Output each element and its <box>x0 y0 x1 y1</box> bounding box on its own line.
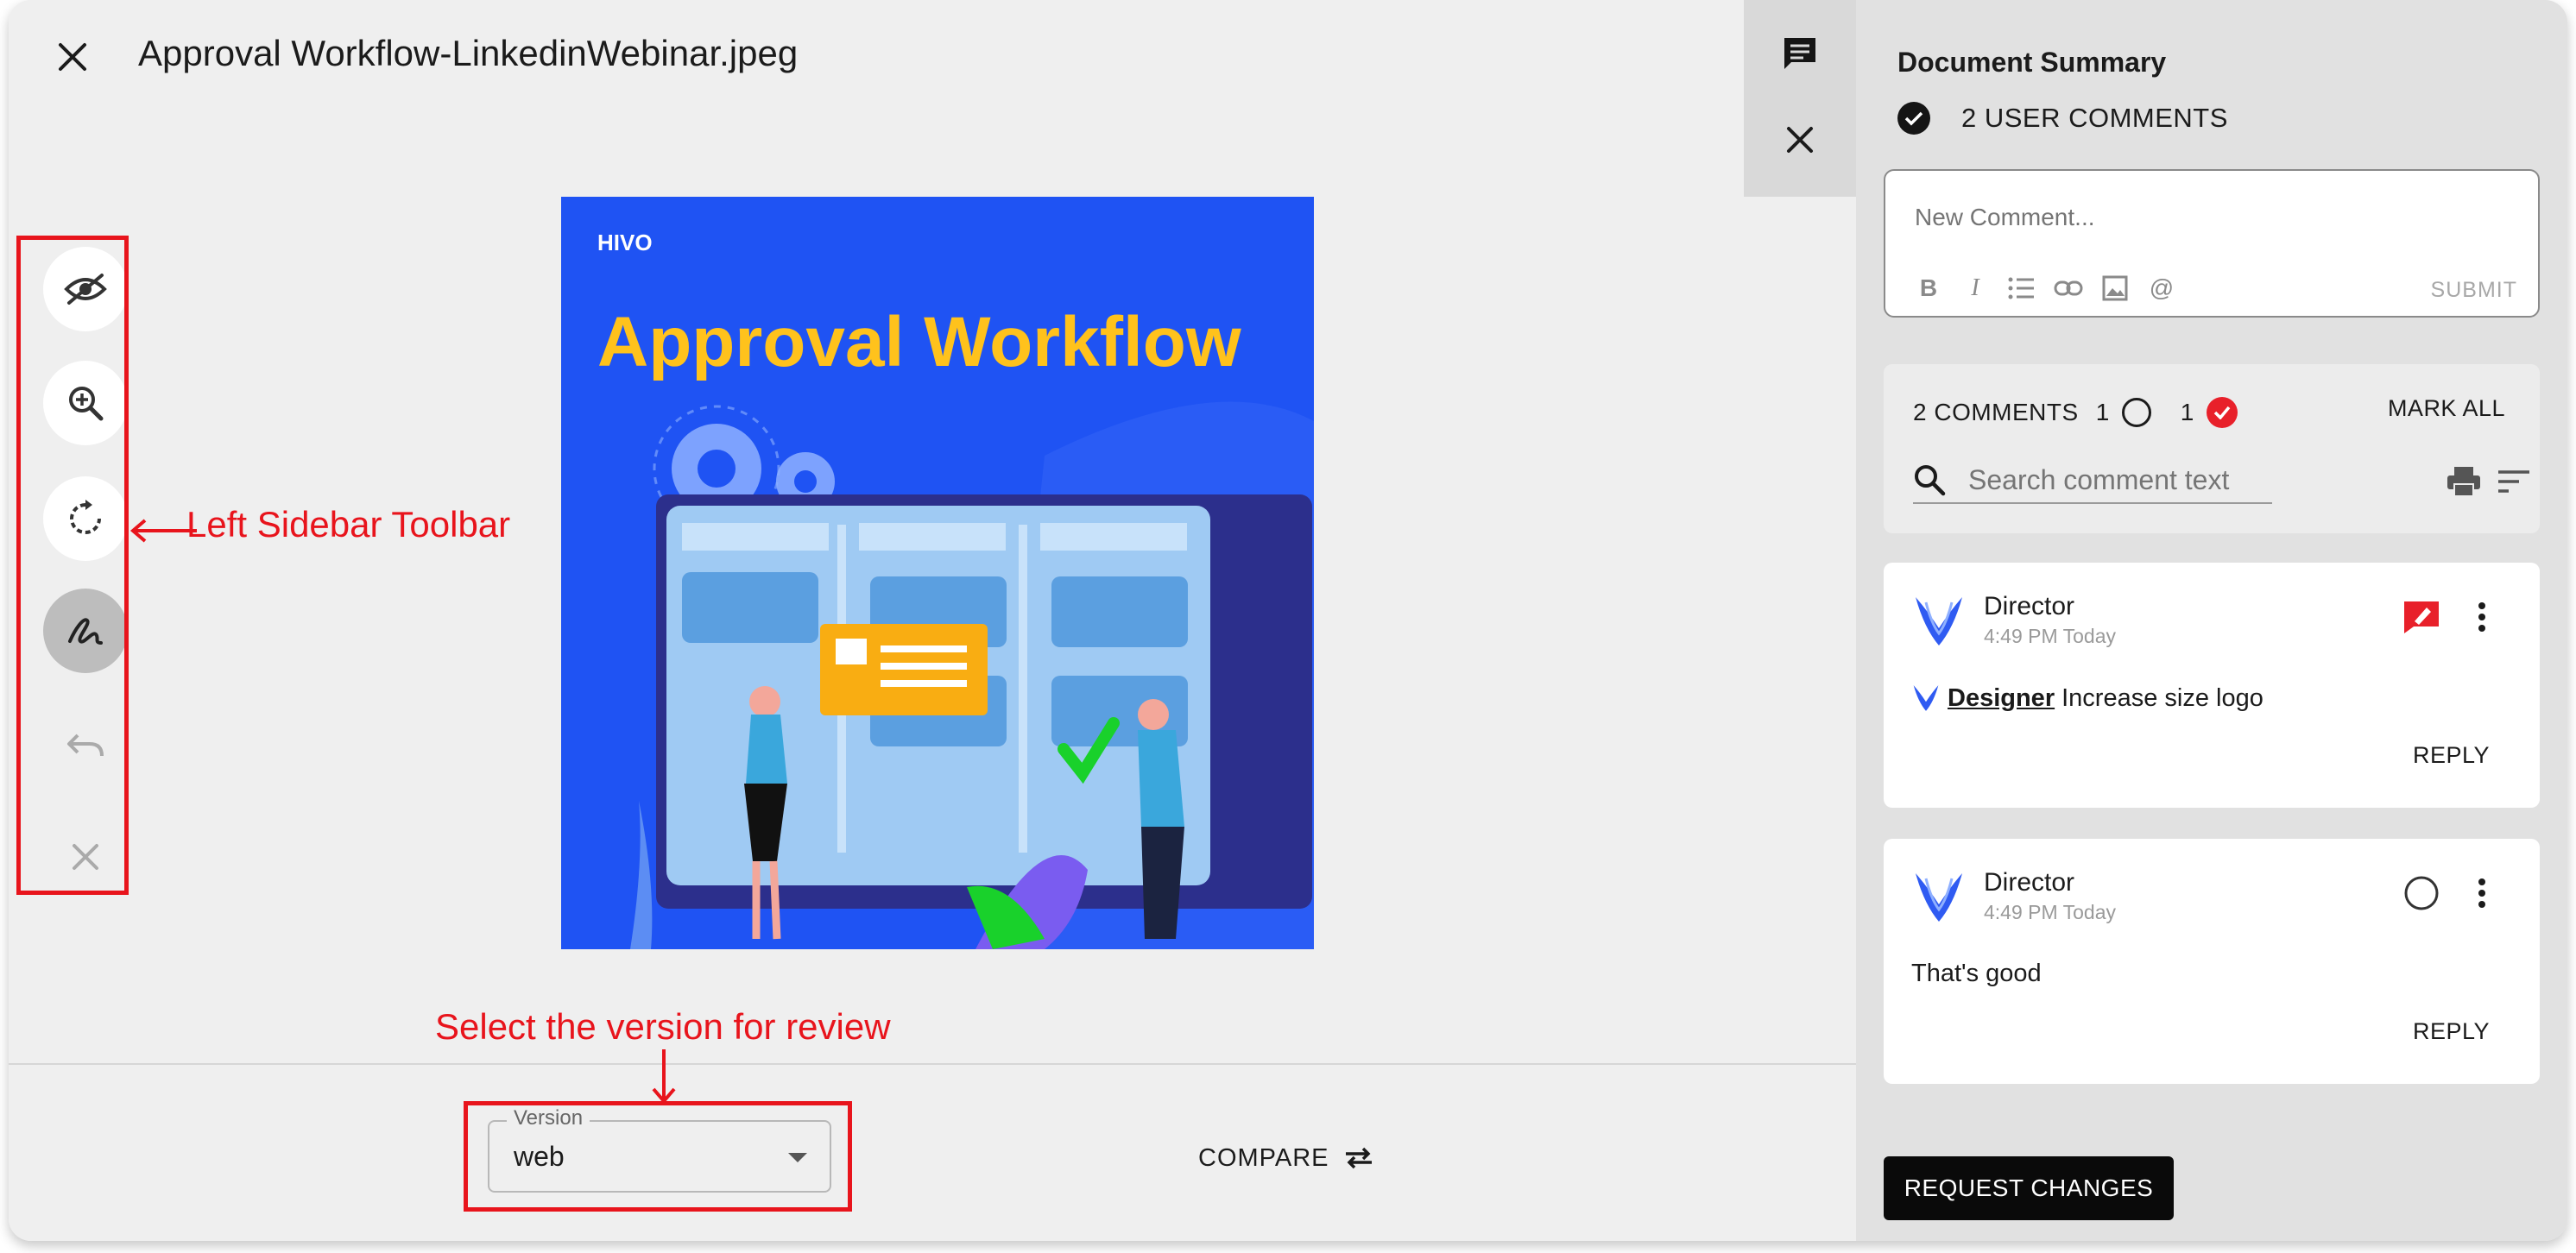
italic-icon[interactable]: I <box>1960 273 1991 304</box>
mark-all-button[interactable]: MARK ALL <box>2388 395 2505 422</box>
search-input[interactable] <box>1968 463 2262 496</box>
new-comment-input[interactable] <box>1915 204 2502 231</box>
compare-button[interactable]: COMPARE <box>1198 1139 1373 1177</box>
comments-panel: Document Summary 2 USER COMMENTS B I <box>1856 0 2567 1241</box>
panel-title: Document Summary <box>1897 47 2167 78</box>
comment-time: 4:49 PM Today <box>1984 901 2117 923</box>
comment-time: 4:49 PM Today <box>1984 625 2117 647</box>
version-highlight-box <box>464 1101 852 1212</box>
comment-author: Director <box>1984 592 2075 620</box>
more-options-button[interactable] <box>2462 873 2502 913</box>
more-vertical-icon <box>2478 878 2485 908</box>
request-changes-button[interactable]: REQUEST CHANGES <box>1884 1156 2174 1220</box>
version-annotation: Select the version for review <box>435 1006 891 1047</box>
comment-author: Director <box>1984 868 2075 897</box>
flag-status-button[interactable] <box>2402 597 2441 637</box>
user-comments-summary: 2 USER COMMENTS <box>1897 102 2228 135</box>
comment-text: That's good <box>1911 960 2042 987</box>
avatar <box>1911 870 1967 925</box>
toolbar-annotation: Left Sidebar Toolbar <box>186 504 511 545</box>
close-icon <box>59 43 86 71</box>
check-circle-icon <box>1897 102 1930 135</box>
bold-icon[interactable]: B <box>1913 273 1944 304</box>
preview-headline: Approval Workflow <box>597 303 1241 381</box>
preview-brand: HIVO <box>597 230 653 255</box>
mention-icon[interactable]: @ <box>2146 273 2177 304</box>
resolve-status-button[interactable] <box>2402 873 2441 913</box>
file-title: Approval Workflow-LinkedinWebinar.jpeg <box>138 33 799 73</box>
submit-button[interactable]: SUBMIT <box>2431 278 2517 303</box>
comment-counts: 2 COMMENTS 1 1 MARK ALL <box>1913 394 2517 431</box>
new-comment-box: B I @ SUBMIT <box>1884 169 2540 318</box>
comment-search <box>1913 457 2272 504</box>
sort-icon <box>2498 470 2529 493</box>
link-icon[interactable] <box>2053 273 2084 304</box>
comment-text: Increase size logo <box>2061 683 2263 712</box>
avatar <box>1911 594 1967 649</box>
image-icon[interactable] <box>2099 273 2131 304</box>
comments-count: 2 COMMENTS <box>1913 399 2079 425</box>
close-panel-button[interactable] <box>1774 114 1826 166</box>
annotation-arrow-down-icon <box>652 1049 676 1105</box>
print-icon <box>2447 467 2480 497</box>
comment-body: Designer Increase size logo <box>1911 683 2263 713</box>
reply-button[interactable]: REPLY <box>2413 1018 2490 1045</box>
panel-toggle-strip <box>1744 0 1856 197</box>
more-options-button[interactable] <box>2462 597 2502 637</box>
reply-button[interactable]: REPLY <box>2413 742 2490 769</box>
open-circle-icon <box>2404 876 2439 910</box>
resolved-count: 1 <box>2180 399 2194 425</box>
preview-illustration: HIVO Approval Workflow <box>561 197 1314 949</box>
search-icon <box>1915 465 1946 496</box>
version-bar <box>9 1063 1856 1241</box>
comment-icon <box>1784 38 1815 69</box>
more-vertical-icon <box>2478 602 2485 632</box>
image-preview: HIVO Approval Workflow <box>561 197 1314 949</box>
swap-arrows-icon <box>1346 1147 1373 1169</box>
comments-panel-button[interactable] <box>1774 28 1826 79</box>
review-window: Approval Workflow-LinkedinWebinar.jpeg H… <box>9 0 2567 1241</box>
author-logo-icon <box>1916 873 1962 922</box>
close-viewer-button[interactable] <box>47 31 98 83</box>
bullet-list-icon[interactable] <box>2006 273 2037 304</box>
resolved-check-icon[interactable] <box>2206 397 2238 428</box>
mention-avatar-icon <box>1913 685 1939 711</box>
format-toolbar: B I @ <box>1913 273 2177 304</box>
comment-card[interactable]: Director 4:49 PM Today That's good REPLY <box>1884 839 2540 1084</box>
comment-body: That's good <box>1911 960 2042 988</box>
comment-card[interactable]: Director 4:49 PM Today Designer Increase… <box>1884 563 2540 808</box>
sort-button[interactable] <box>2493 461 2535 502</box>
close-icon <box>1787 127 1813 153</box>
print-button[interactable] <box>2443 461 2484 502</box>
toolbar-highlight-box <box>16 236 129 895</box>
viewer-area: Approval Workflow-LinkedinWebinar.jpeg H… <box>9 0 1856 1241</box>
open-count: 1 <box>2095 399 2110 425</box>
author-logo-icon <box>1916 597 1962 645</box>
edit-flag-icon <box>2404 601 2439 633</box>
user-comments-count: 2 USER COMMENTS <box>1961 103 2228 133</box>
open-circle-icon[interactable] <box>2121 398 2151 427</box>
mention-link[interactable]: Designer <box>1948 684 2055 713</box>
comment-filter-card: 2 COMMENTS 1 1 MARK ALL <box>1884 364 2540 533</box>
compare-label: COMPARE <box>1198 1143 1329 1172</box>
